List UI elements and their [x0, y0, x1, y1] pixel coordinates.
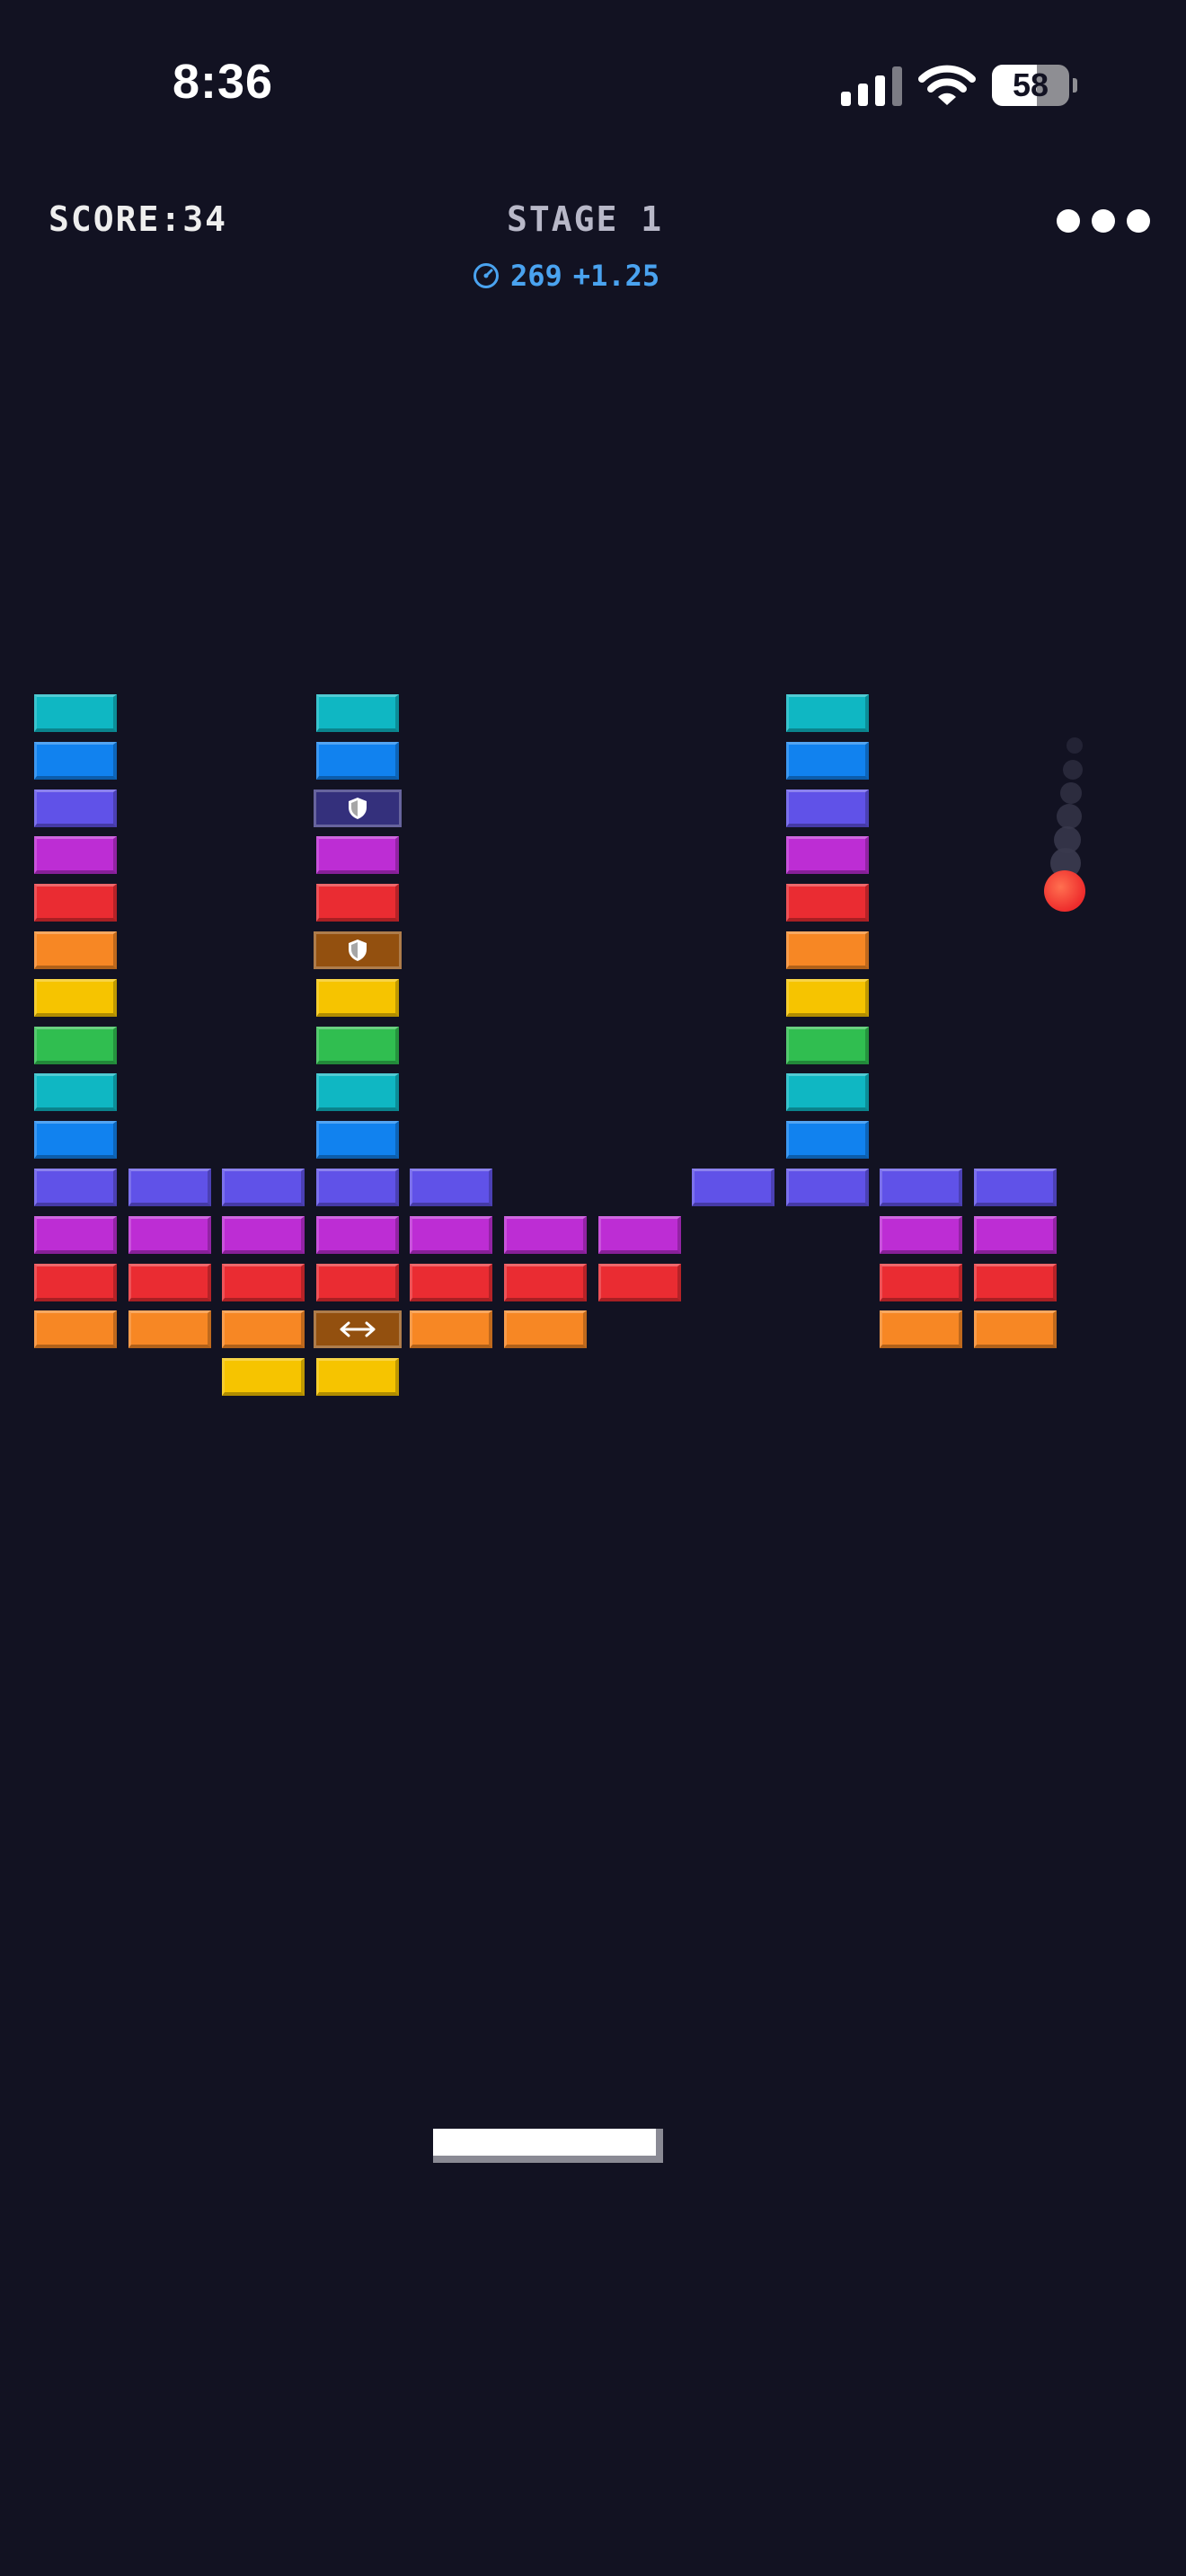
brick-teal [785, 1073, 869, 1112]
brick-indigo [880, 1169, 963, 1206]
menu-dot [1057, 209, 1080, 233]
wifi-icon [918, 65, 976, 105]
ball-trail-dot [1063, 760, 1083, 780]
shield-icon [348, 797, 367, 819]
score-label: SCORE:34 [49, 199, 228, 239]
brick-purple [315, 1215, 399, 1254]
brick-orange [222, 1310, 305, 1349]
signal-bars-icon [841, 65, 902, 106]
brick-yellow [34, 978, 117, 1017]
shield-brick [313, 931, 402, 969]
shield-brick [313, 789, 402, 827]
more-menu-button[interactable] [1057, 205, 1150, 237]
brick-orange [974, 1310, 1057, 1349]
brick-blue [785, 1121, 869, 1160]
brick-purple [504, 1215, 587, 1254]
brick-indigo [34, 789, 117, 827]
ball-trail-dot [1057, 804, 1082, 829]
brick-teal [315, 694, 399, 732]
brick-teal [315, 1073, 399, 1112]
ball-trail-dot [1060, 782, 1082, 804]
brick-purple [410, 1215, 493, 1254]
brick-blue [785, 741, 869, 780]
brick-orange [880, 1310, 963, 1349]
brick-red [410, 1263, 493, 1301]
shield-icon [348, 940, 367, 961]
speedometer-icon [474, 263, 499, 288]
brick-red [504, 1263, 587, 1301]
brick-teal [34, 1073, 117, 1112]
brick-red [974, 1263, 1057, 1301]
expand-arrows-icon [340, 1321, 376, 1337]
brick-blue [34, 741, 117, 780]
speed-value: 269 [510, 259, 562, 293]
ball-trail-dot [1067, 737, 1083, 754]
brick-orange [34, 1310, 117, 1349]
brick-orange [128, 1310, 211, 1349]
brick-teal [34, 694, 117, 732]
brick-red [222, 1263, 305, 1301]
brick-indigo [34, 1169, 117, 1206]
brick-red [34, 1263, 117, 1301]
brick-red [128, 1263, 211, 1301]
brick-indigo [692, 1169, 775, 1206]
stage-label: STAGE 1 [507, 199, 664, 239]
battery-icon: 58 [992, 65, 1077, 106]
menu-dot [1092, 209, 1115, 233]
brick-red [34, 884, 117, 922]
brick-indigo [785, 1169, 869, 1206]
brick-blue [315, 741, 399, 780]
brick-red [315, 884, 399, 922]
brick-purple [34, 1215, 117, 1254]
battery-percentage: 58 [1012, 66, 1049, 103]
brick-yellow [785, 978, 869, 1017]
brick-purple [222, 1215, 305, 1254]
brick-yellow [222, 1358, 305, 1397]
brick-red [597, 1263, 681, 1301]
brick-indigo [785, 789, 869, 827]
brick-purple [880, 1215, 963, 1254]
speed-delta: +1.25 [572, 259, 660, 293]
brick-orange [410, 1310, 493, 1349]
paddle[interactable] [433, 2129, 663, 2163]
brick-yellow [315, 978, 399, 1017]
brick-orange [34, 931, 117, 969]
brick-indigo [974, 1169, 1057, 1206]
brick-purple [315, 836, 399, 875]
brick-purple [785, 836, 869, 875]
status-time: 8:36 [173, 55, 274, 109]
brick-purple [34, 836, 117, 875]
brick-indigo [410, 1169, 493, 1206]
brick-green [34, 1026, 117, 1064]
brick-indigo [315, 1169, 399, 1206]
brick-purple [974, 1215, 1057, 1254]
expand-paddle-brick [313, 1310, 402, 1349]
ball [1044, 870, 1085, 912]
brick-red [880, 1263, 963, 1301]
brick-red [785, 884, 869, 922]
brick-orange [504, 1310, 587, 1349]
brick-teal [785, 694, 869, 732]
brick-indigo [222, 1169, 305, 1206]
brick-green [315, 1026, 399, 1064]
brick-blue [315, 1121, 399, 1160]
speed-readout: 269 +1.25 [473, 259, 659, 293]
brick-orange [785, 931, 869, 969]
brick-blue [34, 1121, 117, 1160]
brick-yellow [315, 1358, 399, 1397]
brick-purple [597, 1215, 681, 1254]
brick-indigo [128, 1169, 211, 1206]
menu-dot [1127, 209, 1150, 233]
brick-green [785, 1026, 869, 1064]
brick-red [315, 1263, 399, 1301]
brick-purple [128, 1215, 211, 1254]
